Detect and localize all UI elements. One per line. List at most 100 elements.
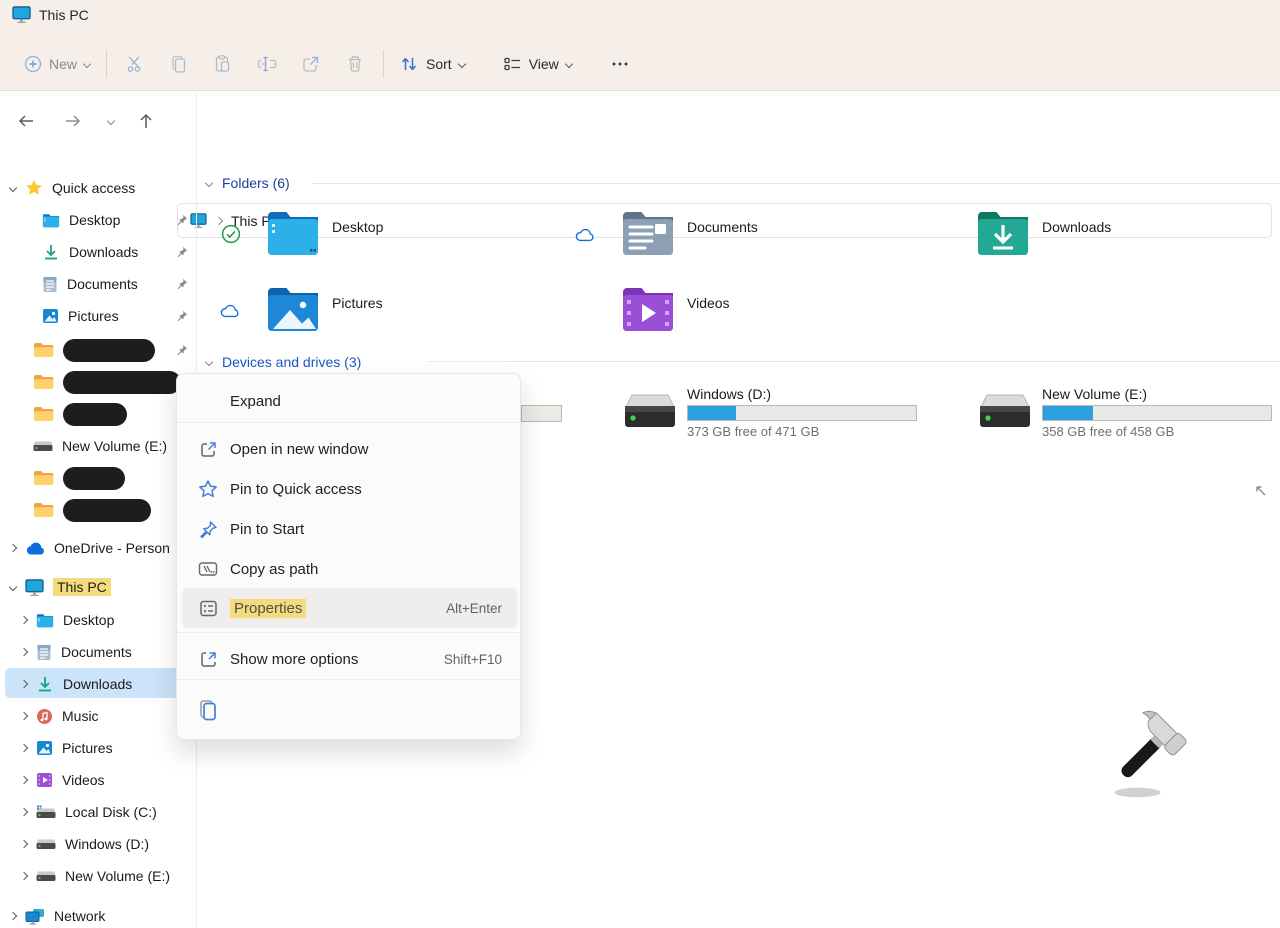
sidebar-item-redacted-folder[interactable] [0, 336, 196, 364]
view-button[interactable]: View [493, 47, 582, 81]
folder-tile-videos[interactable]: Videos [621, 286, 730, 331]
partially-hidden-drive-progress [521, 405, 562, 422]
sidebar-item-onedrive[interactable]: OneDrive - Person [0, 534, 196, 562]
titlebar: This PC [12, 6, 89, 23]
folder-tile-desktop[interactable]: Desktop [266, 210, 383, 255]
copy-button[interactable] [157, 47, 201, 81]
up-button[interactable] [135, 110, 157, 132]
menu-item-open-in-new-window[interactable]: Open in new window [177, 429, 522, 469]
sidebar-item-label: Local Disk (C:) [65, 804, 157, 820]
delete-button[interactable] [333, 47, 377, 81]
sidebar-item-redacted-folder[interactable] [0, 400, 196, 428]
section-divider [428, 361, 1280, 362]
folder-icon [33, 501, 54, 519]
menu-item-label: Pin to Quick access [230, 481, 362, 498]
sidebar-item-redacted-folder[interactable] [0, 496, 196, 524]
sidebar-item-label: This PC [53, 578, 111, 596]
sidebar-item-this-pc-downloads[interactable]: Downloads [0, 670, 196, 698]
sidebar-item-network[interactable]: Network [0, 902, 196, 928]
sidebar-item-redacted-folder[interactable] [0, 368, 196, 396]
documents-icon [42, 276, 58, 293]
drive-name: Windows (D:) [687, 386, 927, 402]
sidebar-item-label: Windows (D:) [65, 836, 149, 852]
folders-section-header[interactable]: Folders (6) [206, 175, 290, 191]
cut-button[interactable] [113, 47, 157, 81]
sidebar-item-label: New Volume (E:) [62, 438, 167, 454]
downloads-icon [42, 244, 60, 260]
share-button[interactable] [289, 47, 333, 81]
devices-section-header[interactable]: Devices and drives (3) [206, 354, 361, 370]
pin-icon [176, 214, 188, 226]
sort-icon [400, 55, 419, 73]
folder-tile-label: Downloads [1042, 219, 1111, 255]
sidebar-item-label: Downloads [63, 676, 132, 692]
sidebar-item-this-pc[interactable]: This PC [0, 573, 196, 601]
menu-item-copy-as-path[interactable]: Copy as path [177, 549, 522, 589]
sort-button-label: Sort [426, 56, 452, 72]
drive-icon [36, 870, 56, 882]
sidebar-item-redacted-folder[interactable] [0, 464, 196, 492]
file-explorer-window: This PC New [0, 0, 1280, 928]
sidebar-item-this-pc-documents[interactable]: Documents [0, 638, 196, 666]
sort-button[interactable]: Sort [390, 47, 475, 81]
chevron-down-icon [205, 358, 213, 366]
drive-capacity-bar [687, 405, 917, 421]
sidebar-item-downloads[interactable]: Downloads [0, 238, 196, 266]
menu-item-copy[interactable] [177, 686, 522, 734]
sidebar-item-new-volume-e[interactable]: New Volume (E:) [0, 432, 196, 460]
sidebar-item-this-pc-videos[interactable]: Videos [0, 766, 196, 794]
rename-button[interactable] [245, 47, 289, 81]
sidebar-item-pictures[interactable]: Pictures [0, 302, 196, 330]
drive-tile-windows-d[interactable]: Windows (D:) 373 GB free of 471 GB [687, 386, 927, 439]
copy-as-path-icon [198, 559, 218, 579]
share-icon [301, 54, 321, 74]
sidebar-item-quick-access[interactable]: Quick access [0, 174, 196, 202]
paste-icon [213, 54, 233, 74]
sidebar-item-this-pc-desktop[interactable]: Desktop [0, 606, 196, 634]
drive-tile-new-volume-e[interactable]: New Volume (E:) 358 GB free of 458 GB [1042, 386, 1280, 439]
chevron-right-icon [20, 808, 28, 816]
sidebar-item-this-pc-new-volume-e[interactable]: New Volume (E:) [0, 862, 196, 890]
redacted-label [63, 499, 151, 522]
pin-icon [176, 344, 188, 356]
sidebar-item-this-pc-windows-d[interactable]: Windows (D:) [0, 830, 196, 858]
ellipsis-icon [610, 54, 630, 74]
sidebar-item-this-pc-pictures[interactable]: Pictures [0, 734, 196, 762]
folder-tile-pictures[interactable]: Pictures [266, 286, 383, 331]
menu-item-label: Expand [230, 393, 281, 410]
sidebar-item-desktop[interactable]: Desktop [0, 206, 196, 234]
sidebar-item-this-pc-music[interactable]: Music [0, 702, 196, 730]
back-button[interactable] [15, 110, 37, 132]
drive-capacity-fill [1043, 406, 1093, 420]
section-divider [312, 183, 1280, 184]
more-options-button[interactable] [598, 47, 642, 81]
menu-item-pin-to-quick-access[interactable]: Pin to Quick access [177, 469, 522, 509]
desktop-folder-icon [266, 210, 320, 255]
sidebar-item-this-pc-local-disk-c[interactable]: Local Disk (C:) [0, 798, 196, 826]
downloads-icon [36, 676, 54, 692]
small-cursor-arrow-icon [1252, 482, 1268, 498]
menu-item-show-more-options[interactable]: Show more options Shift+F10 [177, 639, 522, 679]
menu-item-pin-to-start[interactable]: Pin to Start [177, 509, 522, 549]
folder-tile-documents[interactable]: Documents [621, 210, 758, 255]
menu-item-expand[interactable]: Expand [177, 380, 522, 422]
chevron-down-icon [565, 60, 573, 68]
chevron-right-icon [20, 776, 28, 784]
documents-folder-icon [621, 210, 675, 255]
downloads-folder-icon [976, 210, 1030, 255]
folder-tile-downloads[interactable]: Downloads [976, 210, 1111, 255]
hard-drive-icon [979, 393, 1031, 430]
sync-complete-icon [221, 224, 241, 244]
new-button[interactable]: New [14, 47, 100, 81]
menu-item-properties[interactable]: Properties Alt+Enter [177, 588, 522, 628]
recent-locations-button[interactable] [100, 110, 122, 132]
toolbar-separator [106, 50, 107, 78]
sidebar-item-label: Downloads [69, 244, 138, 260]
chevron-right-icon [9, 544, 17, 552]
navigation-bar: This PC [0, 92, 1280, 146]
drive-free-space: 358 GB free of 458 GB [1042, 424, 1280, 439]
forward-button[interactable] [61, 110, 83, 132]
drive-capacity-bar [1042, 405, 1272, 421]
sidebar-item-documents[interactable]: Documents [0, 270, 196, 298]
paste-button[interactable] [201, 47, 245, 81]
